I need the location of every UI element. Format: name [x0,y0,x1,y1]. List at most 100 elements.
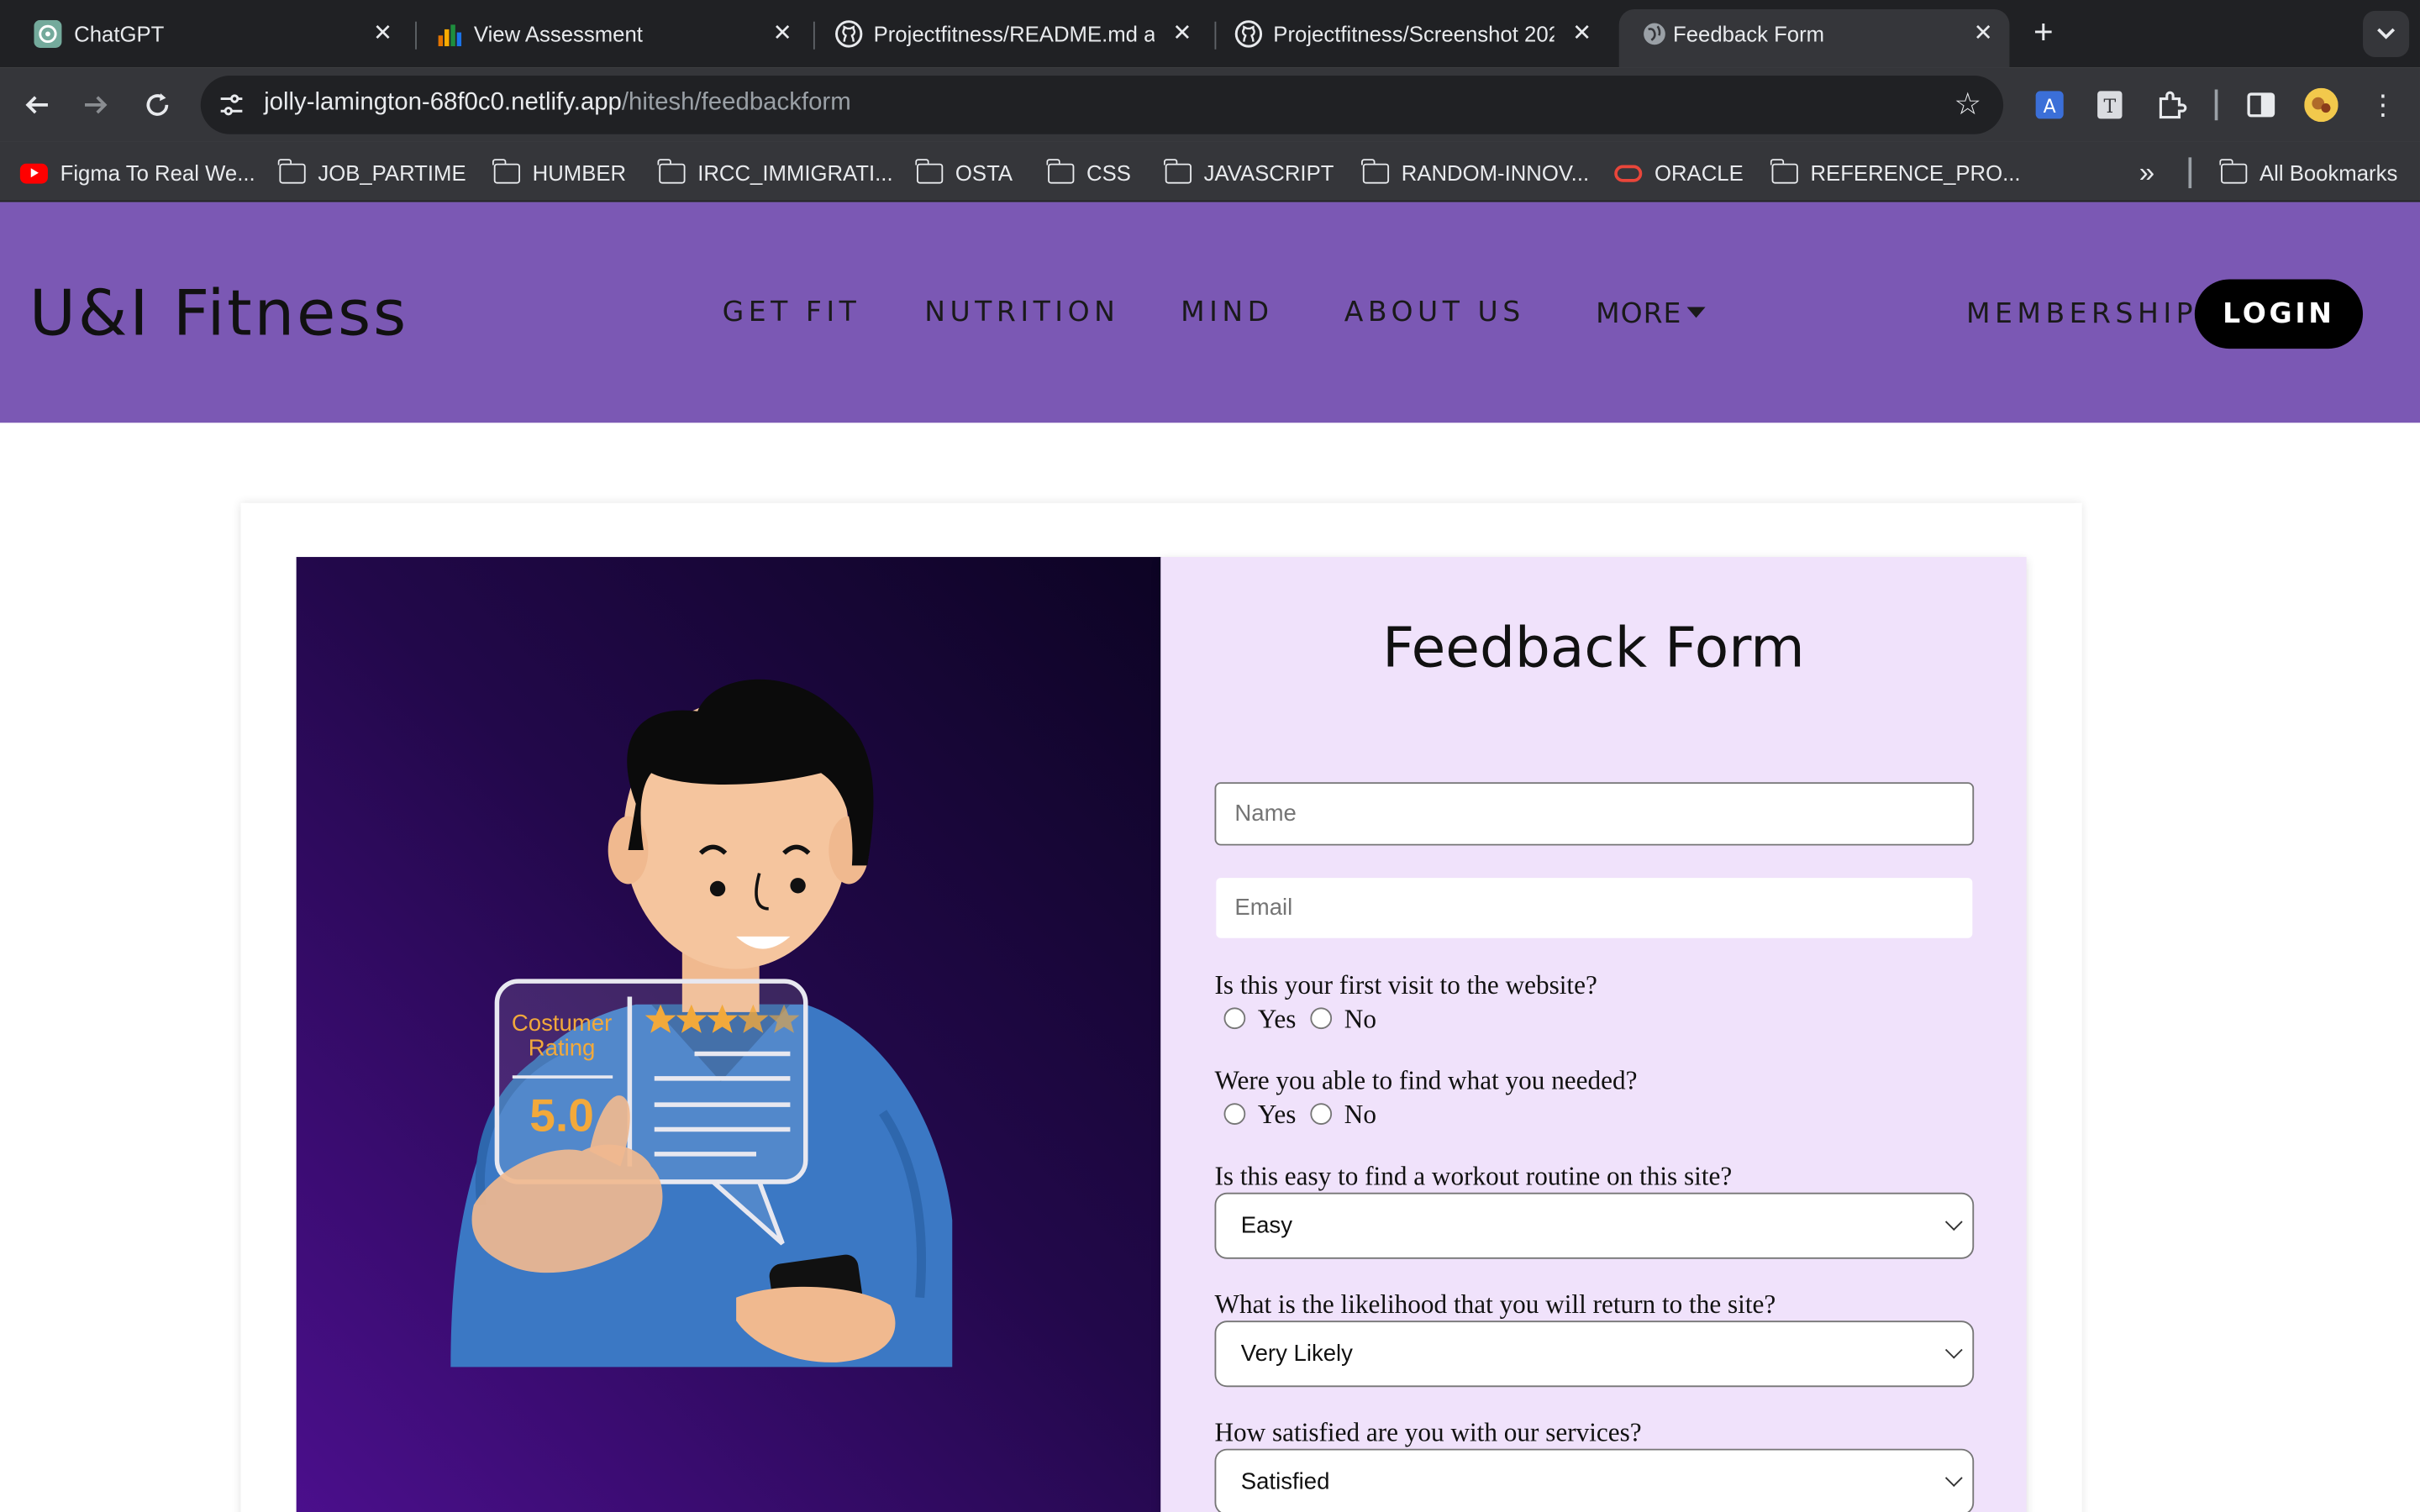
bookmarks-separator [2188,157,2192,189]
browser-menu-icon[interactable]: ⋮ [2366,88,2400,122]
side-panel-icon[interactable] [2244,88,2278,122]
folder-icon [1163,158,1192,184]
close-icon[interactable]: ✕ [1568,18,1596,46]
globe-icon [1640,20,1668,48]
reload-icon [146,93,169,116]
bookmark-label: JAVASCRIPT [1203,160,1334,186]
bookmark-label: REFERENCE_PRO... [1810,160,2021,186]
nav-mind[interactable]: MIND [1181,297,1274,329]
rating-label: Costumer [512,1010,612,1036]
question-found-needed: Were you able to find what you needed? [1214,1066,1638,1096]
bookmark-oracle[interactable]: ORACLE [1614,157,1744,188]
found-needed-no-radio[interactable] [1310,1103,1333,1125]
address-bar[interactable]: jolly-lamington-68f0c0.netlify.app/hites… [200,75,2004,134]
bookmark-folder-random[interactable]: RANDOM-INNOV... [1360,157,1590,188]
toolbar-separator [2214,89,2218,121]
back-arrow-icon [25,96,48,114]
more-bookmarks-chevron-icon[interactable]: » [2139,156,2154,188]
tab-strip: ChatGPT ✕ View Assessment ✕ Projectfitne… [0,0,2420,68]
nav-more-label: MORE [1596,297,1682,331]
customer-rating-illustration: Costumer Rating 5.0 [450,679,953,1368]
bookmark-folder-javascript[interactable]: JAVASCRIPT [1163,157,1334,188]
name-input[interactable] [1214,782,1975,846]
url-path: /hitesh/feedbackform [621,89,851,116]
nav-nutrition[interactable]: NUTRITION [924,297,1119,329]
profile-avatar[interactable] [2304,87,2338,123]
radio-label-yes: Yes [1257,1100,1297,1130]
all-bookmarks[interactable]: All Bookmarks [2219,157,2397,188]
radio-label-no: No [1344,1100,1376,1130]
bookmark-label: CSS [1086,160,1131,186]
bookmark-figma[interactable]: Figma To Real We... [19,157,255,188]
first-visit-no-radio[interactable] [1310,1007,1333,1030]
illustration-panel: Costumer Rating 5.0 [296,557,1163,1512]
back-button[interactable] [17,85,57,125]
bookmark-folder-ircc[interactable]: IRCC_IMMIGRATI... [657,157,893,188]
github-icon [1234,20,1263,48]
nav-get-fit[interactable]: GET FIT [723,297,861,329]
rating-label: Rating [529,1034,596,1060]
tab-view-assessment[interactable]: View Assessment ✕ [413,9,808,68]
url-host: jolly-lamington-68f0c0.netlify.app [264,89,622,116]
forward-arrow-icon [85,96,108,114]
site-header: U&I Fitness GET FIT NUTRITION MIND ABOUT… [0,202,2420,423]
question-return-likelihood: What is the likelihood that you will ret… [1214,1289,1776,1320]
close-icon[interactable]: ✕ [369,18,397,46]
bookmark-label: RANDOM-INNOV... [1401,160,1590,186]
tab-title: Projectfitness/Screenshot 202 [1273,21,1555,47]
text-extension-icon[interactable]: T [2093,88,2127,122]
tab-github-readme[interactable]: Projectfitness/README.md at ✕ [813,9,1208,68]
select-value: Satisfied [1240,1468,1330,1495]
bookmark-folder-css[interactable]: CSS [1046,157,1131,188]
bookmark-label: IRCC_IMMIGRATI... [697,160,893,186]
extensions-puzzle-icon[interactable] [2154,88,2188,122]
bookmark-label: ORACLE [1654,160,1744,186]
first-visit-yes-radio[interactable] [1223,1007,1246,1030]
workout-ease-select[interactable]: Easy [1214,1192,1975,1259]
tab-github-screenshot[interactable]: Projectfitness/Screenshot 202 ✕ [1213,9,1608,68]
tab-title: Feedback Form [1673,21,1825,47]
folder-icon [2219,158,2247,184]
youtube-icon [19,162,48,184]
close-icon[interactable]: ✕ [1168,18,1196,46]
bookmark-folder-osta[interactable]: OSTA [914,157,1013,188]
url-text: jolly-lamington-68f0c0.netlify.app/hites… [264,90,851,118]
bookmark-label: OSTA [955,160,1013,186]
translate-extension-icon[interactable]: A [2033,88,2066,122]
forward-button[interactable] [76,85,116,125]
nav-more[interactable]: MORE [1596,297,1705,330]
satisfaction-select[interactable]: Satisfied [1214,1448,1975,1512]
bookmark-label: All Bookmarks [2259,160,2398,186]
new-tab-button[interactable]: + [2027,13,2060,51]
question-workout-routine: Is this easy to find a workout routine o… [1214,1162,1733,1191]
login-button[interactable]: LOGIN [2194,279,2364,349]
nav-membership[interactable]: MEMBERSHIP [1966,297,2197,330]
nav-about-us[interactable]: ABOUT US [1344,297,1525,329]
site-logo[interactable]: U&I Fitness [29,276,408,350]
site-settings-icon[interactable] [216,90,247,121]
tab-chatgpt[interactable]: ChatGPT ✕ [13,9,408,68]
close-icon[interactable]: ✕ [1970,18,1997,46]
radio-label-no: No [1344,1004,1376,1034]
reload-button[interactable] [137,85,177,125]
tab-title: ChatGPT [74,21,165,47]
bookmark-folder-job-partime[interactable]: JOB_PARTIME [277,157,466,188]
email-input[interactable] [1214,876,1975,940]
bookmark-star-icon[interactable]: ☆ [1954,85,1981,123]
folder-icon [1046,158,1074,184]
bookmark-folder-reference[interactable]: REFERENCE_PRO... [1770,157,2021,188]
folder-icon [1770,158,1798,184]
bar-chart-icon [435,20,463,48]
radio-label-yes: Yes [1257,1004,1297,1034]
bookmark-folder-humber[interactable]: HUMBER [492,157,626,188]
tab-feedback-form[interactable]: Feedback Form ✕ [1618,9,2010,68]
bookmark-label: HUMBER [532,160,627,186]
form-title: Feedback Form [1382,617,1805,680]
return-likelihood-select[interactable]: Very Likely [1214,1320,1975,1388]
folder-icon [914,158,943,184]
close-icon[interactable]: ✕ [769,18,797,46]
select-value: Easy [1240,1212,1293,1239]
bookmark-label: JOB_PARTIME [318,160,466,186]
tab-search-button[interactable] [2363,10,2410,57]
found-needed-yes-radio[interactable] [1223,1103,1246,1125]
